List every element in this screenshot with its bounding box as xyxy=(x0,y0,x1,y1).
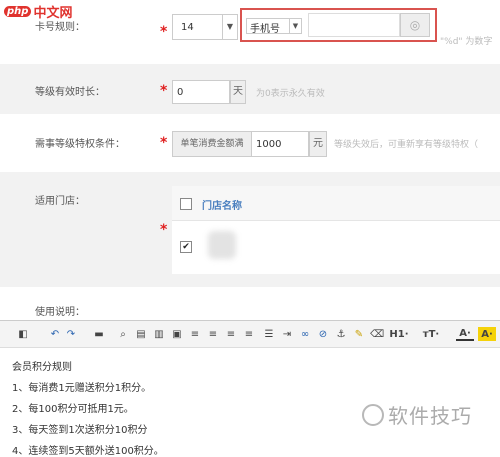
rule-pattern-input[interactable] xyxy=(308,13,400,37)
required-mark: * xyxy=(160,83,168,99)
validity-hint: 为0表示永久有效 xyxy=(256,89,325,99)
link-icon[interactable]: ∞ xyxy=(298,327,312,341)
column-header-store-name: 门店名称 xyxy=(202,201,242,212)
table-row[interactable]: ✔ xyxy=(172,221,500,271)
list-icon[interactable]: ☰ xyxy=(262,327,276,341)
editor-toolbar: ◧ ↶ ↷ ▬ ⌕ ▤ ▥ ▣ ≡ ≡ ≡ ≡ ☰ ⇥ ∞ ⊘ ⚓ ✎ ⌫ H1… xyxy=(0,321,500,348)
validity-label: 等级有效时长： xyxy=(35,87,105,98)
enjoy-amount-input[interactable]: 1000 xyxy=(251,131,309,157)
align-justify-icon[interactable]: ≡ xyxy=(242,327,256,341)
font-color-button[interactable]: A· xyxy=(456,327,474,341)
enjoy-prefix: 单笔消费金额满 xyxy=(172,131,252,157)
brush-icon[interactable]: ✎ xyxy=(352,327,366,341)
store-name-blurred xyxy=(208,231,236,259)
align-right-icon[interactable]: ≡ xyxy=(224,327,238,341)
clipboard-icon[interactable]: ▣ xyxy=(170,327,184,341)
content-line: 2、每100积分可抵用1元。 xyxy=(12,404,134,415)
source-icon[interactable]: ◧ xyxy=(16,327,30,341)
card-rule-row: 卡号规则： * 14 ▼ 手机号 ▼ ◎ "%d" 为数字 xyxy=(0,0,500,55)
redo-icon[interactable]: ↷ xyxy=(64,327,78,341)
watermark-icon xyxy=(362,403,384,426)
chevron-down-icon: ▼ xyxy=(222,15,237,39)
type-select[interactable]: 手机号 ▼ xyxy=(246,18,302,35)
highlight-button[interactable]: A· xyxy=(478,327,496,341)
unlink-icon[interactable]: ⊘ xyxy=(316,327,330,341)
anchor-icon[interactable]: ⚓ xyxy=(334,327,348,341)
remove-format-icon[interactable]: ⌫ xyxy=(370,327,384,341)
required-mark: * xyxy=(160,222,168,238)
enjoy-row: 需事等级特权条件： * 单笔消费金额满 1000 元 等级失效后，可重新享有等级… xyxy=(0,115,500,170)
paste-icon[interactable]: ▤ xyxy=(134,327,148,341)
length-select[interactable]: 14 ▼ xyxy=(172,14,238,40)
stores-row: 适用门店： * 门店名称 ✔ xyxy=(0,172,500,287)
find-icon[interactable]: ⌕ xyxy=(116,327,130,341)
chevron-down-icon: ▼ xyxy=(289,19,301,33)
content-line: 1、每消费1元赠送积分1积分。 xyxy=(12,383,152,394)
content-line: 4、连续签到5天额外送100积分。 xyxy=(12,446,164,457)
enjoy-unit: 元 xyxy=(309,131,327,157)
format-painter-icon[interactable]: ▬ xyxy=(92,327,106,341)
stores-table: 门店名称 ✔ xyxy=(172,186,500,274)
undo-icon[interactable]: ↶ xyxy=(48,327,62,341)
bulb-icon[interactable]: ◎ xyxy=(400,13,430,37)
enjoy-label: 需事等级特权条件： xyxy=(35,139,125,150)
select-all-checkbox[interactable] xyxy=(180,198,192,210)
usage-label: 使用说明： xyxy=(35,307,85,318)
validity-unit: 天 xyxy=(230,80,246,104)
stores-label: 适用门店： xyxy=(35,196,85,207)
watermark: 软件技巧 xyxy=(362,400,472,429)
watermark-text: 软件技巧 xyxy=(388,404,472,428)
content-line: 3、每天签到1次送积分10积分 xyxy=(12,425,148,436)
paste-text-icon[interactable]: ▥ xyxy=(152,327,166,341)
validity-row: 等级有效时长： * 0 天 为0表示永久有效 xyxy=(0,64,500,114)
enjoy-hint: 等级失效后，可重新享有等级特权（ xyxy=(334,140,479,150)
required-mark: * xyxy=(160,24,168,40)
validity-input[interactable]: 0 xyxy=(172,80,230,104)
table-header: 门店名称 xyxy=(172,186,500,221)
content-line: 会员积分规则 xyxy=(12,362,72,373)
rule-hint: "%d" 为数字 xyxy=(440,37,493,47)
rich-text-editor: ◧ ↶ ↷ ▬ ⌕ ▤ ▥ ▣ ≡ ≡ ≡ ≡ ☰ ⇥ ∞ ⊘ ⚓ ✎ ⌫ H1… xyxy=(0,320,500,457)
store-checkbox[interactable]: ✔ xyxy=(180,241,192,253)
align-left-icon[interactable]: ≡ xyxy=(188,327,202,341)
card-rule-label: 卡号规则： xyxy=(35,22,85,33)
rule-type-group: 手机号 ▼ ◎ xyxy=(240,8,437,42)
heading-button[interactable]: H1· xyxy=(388,327,410,341)
align-center-icon[interactable]: ≡ xyxy=(206,327,220,341)
indent-icon[interactable]: ⇥ xyxy=(280,327,294,341)
required-mark: * xyxy=(160,135,168,151)
font-size-button[interactable]: тT· xyxy=(420,327,442,341)
